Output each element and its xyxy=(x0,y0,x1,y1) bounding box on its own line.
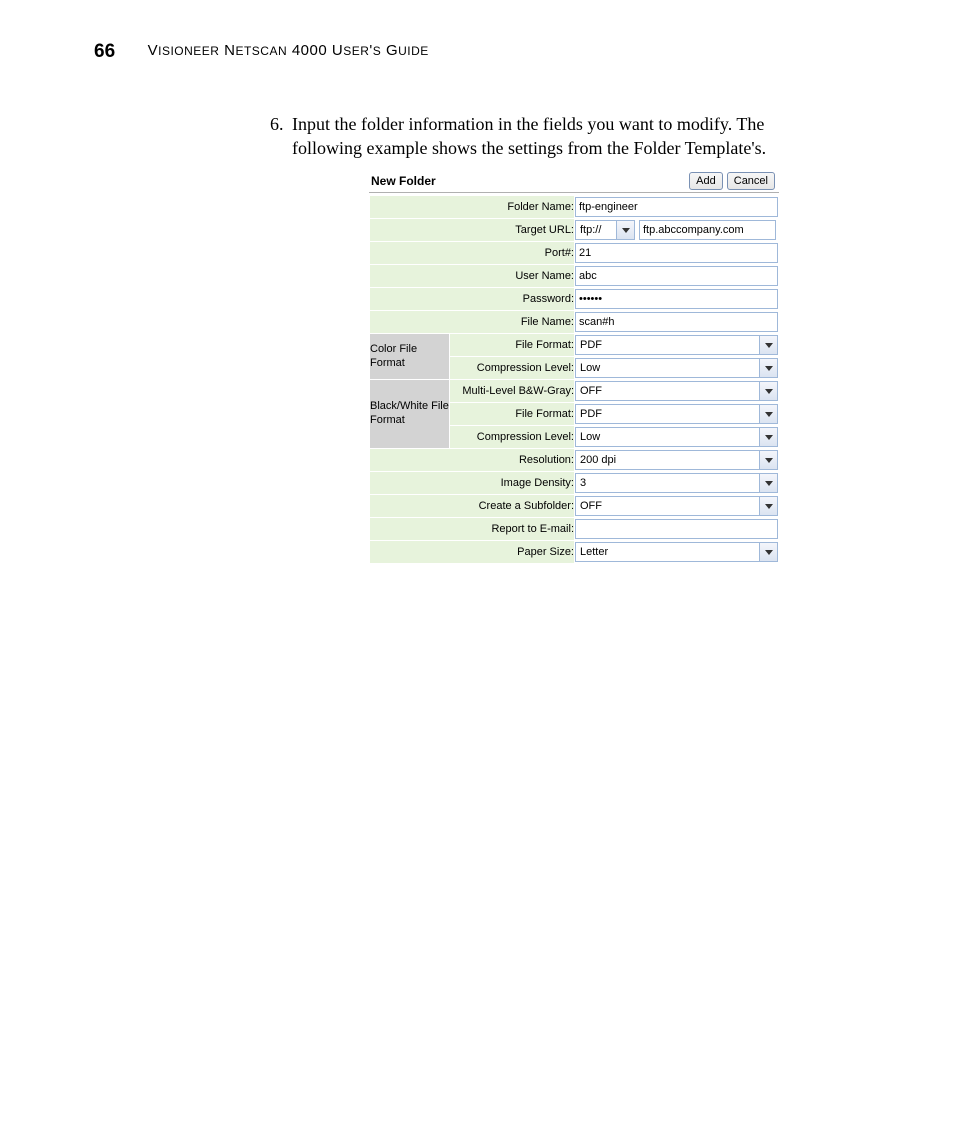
image-density-select[interactable]: 3 xyxy=(575,473,778,493)
page-header: 66 VISIONEER NETSCAN 4000 USER'S GUIDE xyxy=(94,41,894,63)
color-compression-select[interactable]: Low xyxy=(575,358,778,378)
step-6: 6. Input the folder information in the f… xyxy=(292,112,830,161)
bw-compression-select[interactable]: Low xyxy=(575,427,778,447)
chevron-down-icon xyxy=(759,474,777,492)
form-table: Folder Name: Target URL: ftp:// Port# xyxy=(369,195,779,564)
chevron-down-icon xyxy=(759,497,777,515)
label-bw-file-format-side: Black/White File Format xyxy=(370,380,450,449)
label-bw-file-format: File Format: xyxy=(450,403,575,426)
target-url-host-input[interactable] xyxy=(639,220,776,240)
label-report-email: Report to E-mail: xyxy=(370,518,575,541)
bw-file-format-select[interactable]: PDF xyxy=(575,404,778,424)
chevron-down-icon xyxy=(759,428,777,446)
chevron-down-icon xyxy=(759,405,777,423)
target-url-scheme-select[interactable]: ftp:// xyxy=(575,220,635,240)
panel-head: New Folder Add Cancel xyxy=(369,172,779,193)
label-port: Port#: xyxy=(370,242,575,265)
add-button[interactable]: Add xyxy=(689,172,723,190)
chevron-down-icon xyxy=(759,336,777,354)
label-user-name: User Name: xyxy=(370,265,575,288)
label-paper-size: Paper Size: xyxy=(370,541,575,564)
password-input[interactable] xyxy=(575,289,778,309)
page-number: 66 xyxy=(94,41,115,62)
multi-level-select[interactable]: OFF xyxy=(575,381,778,401)
chevron-down-icon xyxy=(759,451,777,469)
cancel-button[interactable]: Cancel xyxy=(727,172,775,190)
create-subfolder-select[interactable]: OFF xyxy=(575,496,778,516)
label-color-file-format-side: Color File Format xyxy=(370,334,450,380)
user-name-input[interactable] xyxy=(575,266,778,286)
label-resolution: Resolution: xyxy=(370,449,575,472)
resolution-select[interactable]: 200 dpi xyxy=(575,450,778,470)
panel-title: New Folder xyxy=(371,174,436,188)
color-file-format-select[interactable]: PDF xyxy=(575,335,778,355)
label-password: Password: xyxy=(370,288,575,311)
chevron-down-icon xyxy=(616,221,634,239)
label-bw-compression: Compression Level: xyxy=(450,426,575,449)
label-target-url: Target URL: xyxy=(370,219,575,242)
label-color-compression: Compression Level: xyxy=(450,357,575,380)
label-image-density: Image Density: xyxy=(370,472,575,495)
label-folder-name: Folder Name: xyxy=(370,196,575,219)
label-multi-level: Multi-Level B&W-Gray: xyxy=(450,380,575,403)
chevron-down-icon xyxy=(759,543,777,561)
label-color-file-format: File Format: xyxy=(450,334,575,357)
label-file-name: File Name: xyxy=(370,311,575,334)
step-number: 6. xyxy=(270,112,284,136)
file-name-input[interactable] xyxy=(575,312,778,332)
chevron-down-icon xyxy=(759,382,777,400)
report-email-input[interactable] xyxy=(575,519,778,539)
page-title: VISIONEER NETSCAN 4000 USER'S GUIDE xyxy=(148,42,429,59)
paper-size-select[interactable]: Letter xyxy=(575,542,778,562)
chevron-down-icon xyxy=(759,359,777,377)
label-create-subfolder: Create a Subfolder: xyxy=(370,495,575,518)
folder-name-input[interactable] xyxy=(575,197,778,217)
port-input[interactable] xyxy=(575,243,778,263)
new-folder-panel: New Folder Add Cancel Folder Name: Targe… xyxy=(369,172,779,564)
step-text: Input the folder information in the fiel… xyxy=(292,114,766,158)
